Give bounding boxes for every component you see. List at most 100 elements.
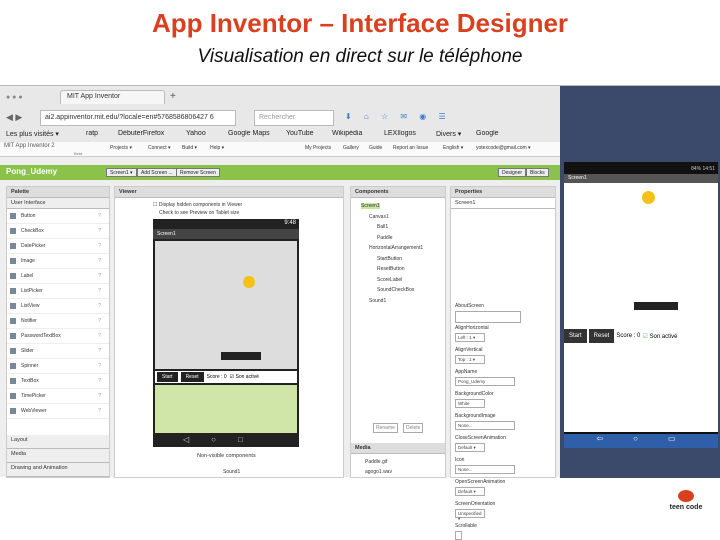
palette-section[interactable]: User Interface (7, 198, 109, 209)
palette-drawing[interactable]: Drawing and Animation (7, 463, 109, 477)
phone-reset-button[interactable]: Reset (588, 329, 615, 343)
about-screen-input[interactable] (455, 311, 521, 323)
link-report[interactable]: Report an Issue (393, 145, 428, 151)
help-icon[interactable]: ? (98, 243, 101, 249)
component-tree-item[interactable]: Canvas1 (369, 214, 389, 220)
phone-start-button[interactable]: Start (564, 329, 587, 343)
component-tree-item[interactable]: SoundCheckBox (377, 287, 414, 293)
palette-item[interactable]: ListPicker? (7, 284, 109, 299)
component-tree-item[interactable]: Sound1 (369, 298, 386, 304)
property-value[interactable]: Left : 1 ▾ (455, 333, 485, 342)
property-value[interactable]: Top : 1 ▾ (455, 355, 485, 364)
help-icon[interactable]: ? (98, 393, 101, 399)
component-tree-item[interactable]: HorizontalArrangement1 (369, 245, 423, 251)
bookmark[interactable]: Google (476, 130, 499, 137)
link-gallery[interactable]: Gallery (343, 145, 359, 151)
bookmark[interactable]: YouTube (286, 130, 314, 137)
bookmark[interactable]: Wikipédia (332, 130, 362, 137)
reset-button[interactable]: Reset (180, 372, 204, 382)
component-tree-item[interactable]: StartButton (377, 256, 402, 262)
palette-layout[interactable]: Layout (7, 435, 109, 449)
help-icon[interactable]: ? (98, 378, 101, 384)
help-icon[interactable]: ? (98, 213, 101, 219)
help-icon[interactable]: ? (98, 288, 101, 294)
designer-button[interactable]: Designer (498, 168, 527, 177)
ball-sprite[interactable] (243, 276, 255, 288)
bookmark[interactable]: LEXIlogos (384, 130, 416, 137)
palette-item[interactable]: Image? (7, 254, 109, 269)
component-tree-item[interactable]: Ball1 (377, 224, 388, 230)
toolbar-icons[interactable]: ⬇ ⌂ ☆ ✉ ◉ ☰ (345, 112, 451, 121)
remove-screen-button[interactable]: Remove Screen (176, 168, 220, 177)
window-controls[interactable]: ● ● ● (6, 94, 23, 101)
hidden-components-checkbox[interactable]: ☐ Display hidden components in Viewer (153, 202, 242, 208)
phone-paddle[interactable] (634, 302, 678, 310)
component-tree-item[interactable]: Paddle (377, 235, 393, 241)
property-value[interactable]: None... (455, 465, 515, 474)
bookmark[interactable]: DébuterFirefox (118, 130, 164, 137)
phone-sound-checkbox[interactable]: ☑ Son activé (642, 333, 677, 340)
screen-select[interactable]: Screen1 ▾ (106, 168, 137, 177)
menu-projects[interactable]: Projects ▾ (110, 145, 132, 151)
browser-tab[interactable]: MIT App Inventor (60, 90, 165, 104)
help-icon[interactable]: ? (98, 258, 101, 264)
property-value[interactable]: Default ▾ (455, 443, 485, 452)
phone-ball[interactable] (642, 191, 655, 204)
language-select[interactable]: English ▾ (443, 145, 463, 151)
help-icon[interactable]: ? (98, 408, 101, 414)
menu-connect[interactable]: Connect ▾ (148, 145, 171, 151)
back-icon[interactable]: ◀ ▶ (6, 112, 22, 123)
bookmark[interactable]: Divers ▾ (436, 130, 461, 138)
component-tree-item[interactable]: ResetButton (377, 266, 405, 272)
property-value[interactable]: None... (455, 421, 515, 430)
palette-item[interactable]: TimePicker? (7, 389, 109, 404)
palette-item[interactable]: Slider? (7, 344, 109, 359)
help-icon[interactable]: ? (98, 363, 101, 369)
help-icon[interactable]: ? (98, 303, 101, 309)
palette-item[interactable]: ListView? (7, 299, 109, 314)
account-menu[interactable]: yotexcode@gmail.com ▾ (476, 145, 531, 151)
phone-canvas[interactable] (564, 183, 718, 328)
property-value[interactable]: White (455, 399, 485, 408)
blocks-button[interactable]: Blocks (526, 168, 549, 177)
link-guide[interactable]: Guide (369, 145, 382, 151)
palette-item[interactable]: Spinner? (7, 359, 109, 374)
media-item[interactable]: Paddle.gif (365, 459, 387, 465)
help-icon[interactable]: ? (98, 348, 101, 354)
url-bar[interactable]: ai2.appinventor.mit.edu/?locale=en#57685… (40, 110, 236, 126)
palette-item[interactable]: DatePicker? (7, 239, 109, 254)
scrollable-checkbox[interactable] (455, 531, 462, 540)
tablet-preview-label[interactable]: Check to see Preview on Tablet size (159, 210, 239, 216)
paddle-sprite[interactable] (221, 352, 261, 360)
palette-item[interactable]: Button? (7, 209, 109, 224)
help-icon[interactable]: ? (98, 318, 101, 324)
bookmark[interactable]: Google Maps (228, 130, 270, 137)
palette-media[interactable]: Media (7, 449, 109, 463)
help-icon[interactable]: ? (98, 228, 101, 234)
media-item[interactable]: agogo1.wav (365, 469, 392, 475)
property-value[interactable]: Pong_Udemy (455, 377, 515, 386)
menu-help[interactable]: Help ▾ (210, 145, 224, 151)
app-logo[interactable]: MIT App Inventor 2 (4, 143, 55, 149)
palette-item[interactable]: PasswordTextBox? (7, 329, 109, 344)
bookmark[interactable]: Yahoo (186, 130, 206, 137)
new-tab-icon[interactable]: + (170, 91, 176, 102)
link-my-projects[interactable]: My Projects (305, 145, 331, 151)
start-button[interactable]: Start (157, 372, 178, 382)
canvas[interactable] (155, 241, 297, 369)
palette-item[interactable]: TextBox? (7, 374, 109, 389)
menu-build[interactable]: Build ▾ (182, 145, 197, 151)
component-tree-item[interactable]: ScoreLabel (377, 277, 402, 283)
component-tree-item[interactable]: Screen1 (361, 203, 380, 209)
bookmark[interactable]: ratp (86, 130, 98, 137)
help-icon[interactable]: ? (98, 273, 101, 279)
help-icon[interactable]: ? (98, 333, 101, 339)
palette-item[interactable]: WebViewer? (7, 404, 109, 419)
bookmark[interactable]: Les plus visités ▾ (6, 130, 59, 138)
palette-item[interactable]: Notifier? (7, 314, 109, 329)
add-screen-button[interactable]: Add Screen ... (137, 168, 177, 177)
search-input[interactable]: Rechercher (254, 110, 334, 126)
delete-button[interactable]: Delete (403, 423, 424, 433)
palette-item[interactable]: CheckBox? (7, 224, 109, 239)
property-value[interactable]: Unspecified ▾ (455, 509, 485, 521)
